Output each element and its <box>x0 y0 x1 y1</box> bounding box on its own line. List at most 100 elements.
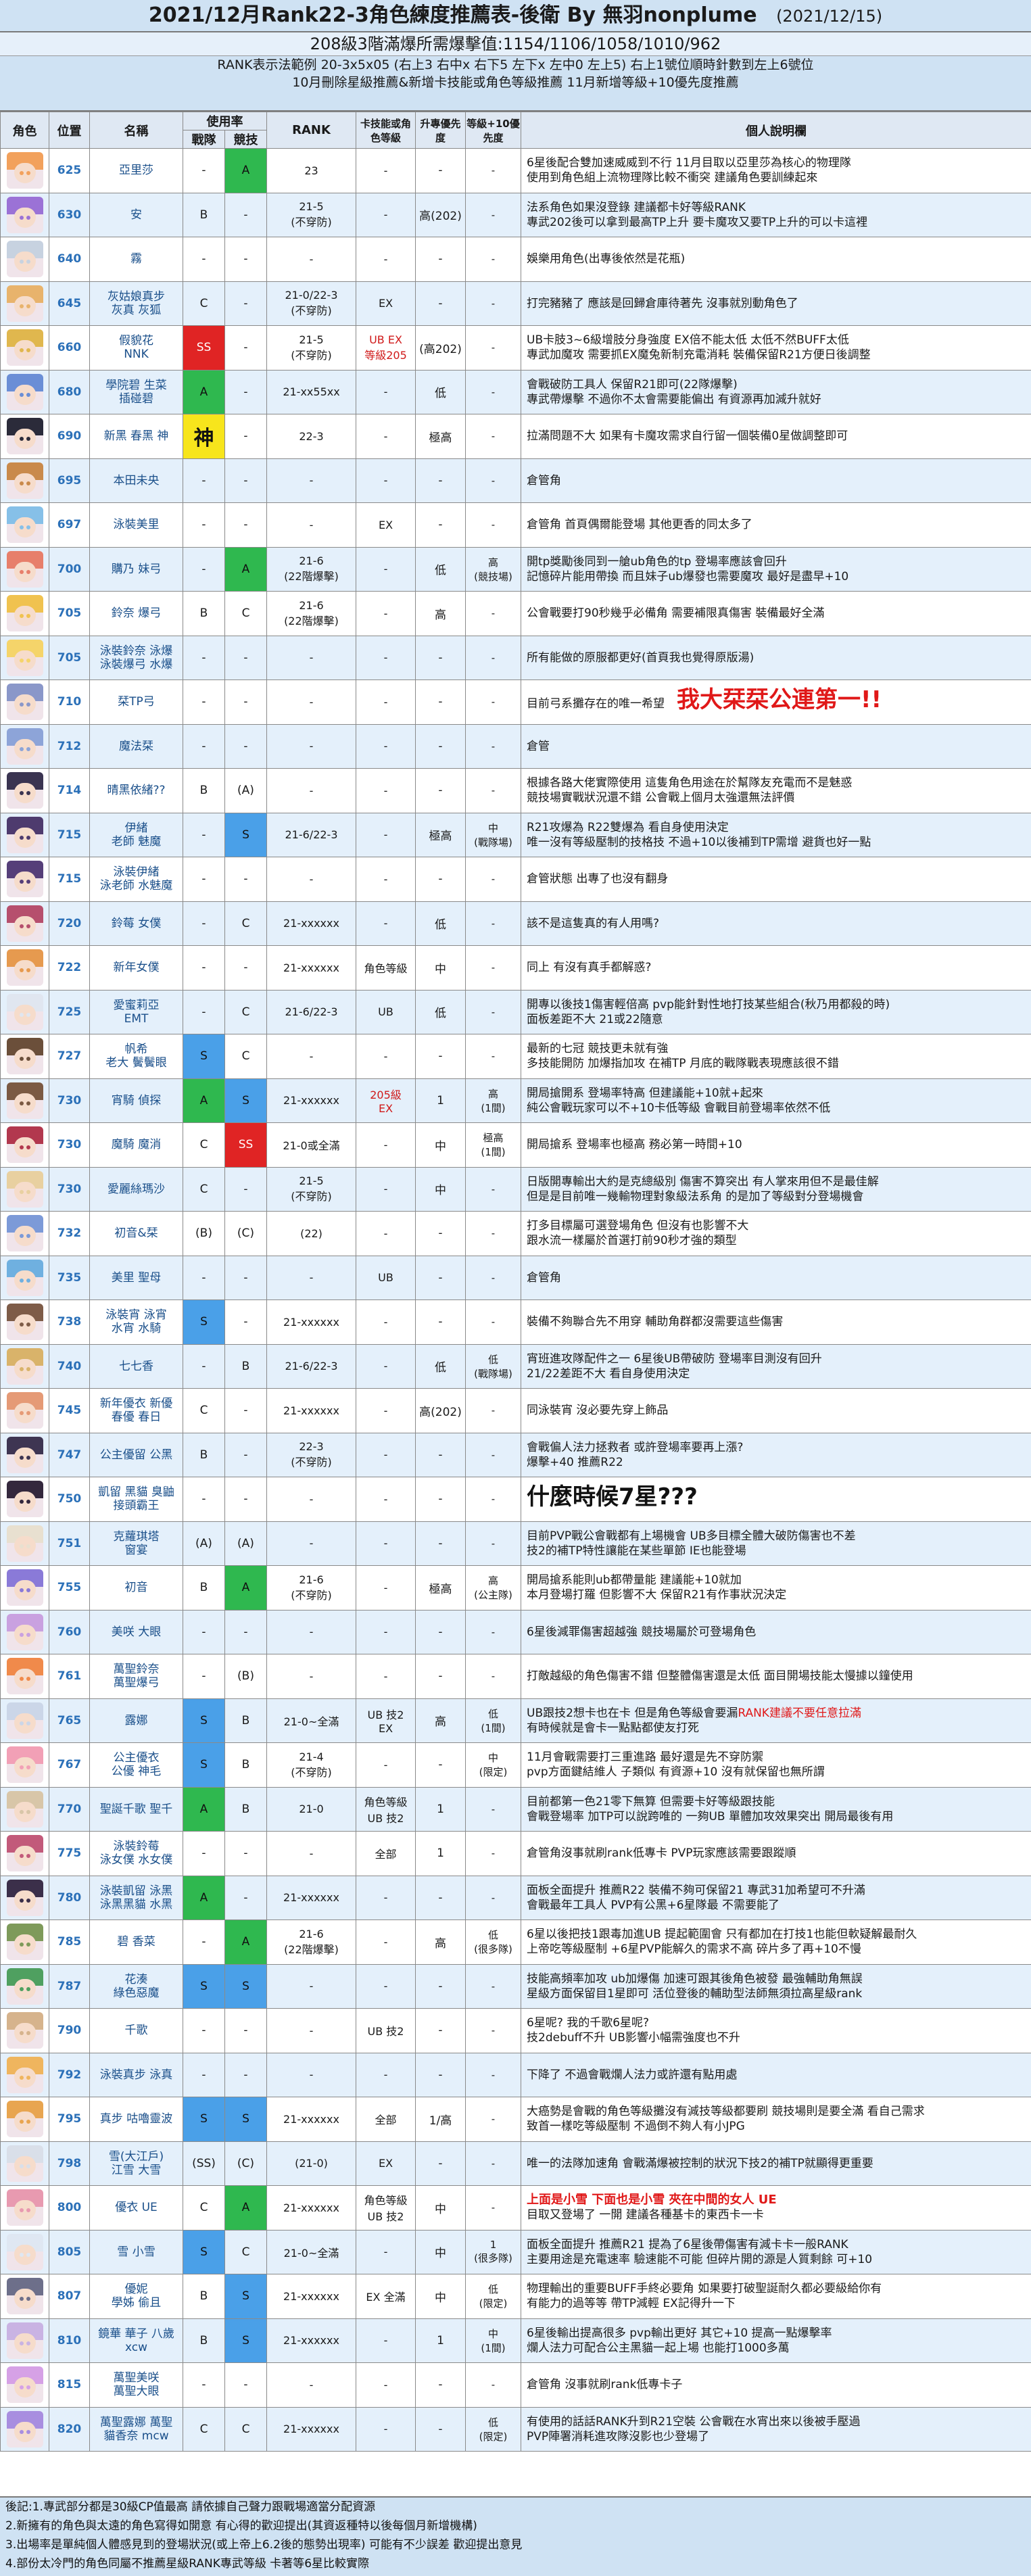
avatar-face <box>14 1005 36 1025</box>
avatar-eye <box>20 836 24 840</box>
usage-arena: (A) <box>225 1521 267 1566</box>
avatar-eye <box>20 1234 24 1238</box>
avatar-eye <box>20 1854 24 1858</box>
avatar-face <box>14 340 36 360</box>
note-cell: 開局搶開系 登場率特高 但建議能+10就+起來 純公會戰玩家可以不+10卡低等級… <box>521 1078 1031 1123</box>
crit-requirement: 208級3階滿爆所需爆擊值:1154/1106/1058/1010/962 <box>0 32 1031 56</box>
rank-cell: - <box>267 857 356 902</box>
avatar-eye <box>26 1544 30 1548</box>
avatar <box>7 2322 43 2359</box>
title-text: 2021/12月Rank22-3角色練度推薦表-後衛 By 無羽nonplume <box>149 3 757 27</box>
info-box: RANK表示法範例 20-3x5x05 (右上3 右中x 右下5 左下x 左中0… <box>0 56 1031 112</box>
lv10-cell: 低 (限定) <box>466 2407 521 2452</box>
character-name: 泳裝宵 泳宵 水宵 水騎 <box>90 1300 183 1345</box>
usage-arena: - <box>225 326 267 371</box>
avatar <box>7 861 43 897</box>
avatar-face <box>14 960 36 980</box>
card-cell: - <box>356 1521 416 1566</box>
uniq-cell: - <box>416 149 466 193</box>
avatar-eye <box>20 614 24 618</box>
note-text-2: 有時候就是會卡一點點都使友打死 <box>527 1721 699 1735</box>
table-row: 735美里 聖母---UB--倉管角 <box>1 1256 1031 1300</box>
usage-arena: - <box>225 2009 267 2053</box>
table-row: 761萬聖鈴奈 萬聖爆弓-(B)----打敵越級的角色傷害不錯 但整體傷害還是太… <box>1 1654 1031 1699</box>
uniq-cell: - <box>416 237 466 282</box>
footer-line-4: 4.部份太冷門的角色同屬不推薦星級RANK專武等級 卡著等6星比較實際 <box>0 2554 1031 2573</box>
lv10-cell: - <box>466 1212 521 1256</box>
col-usage: 使用率 <box>183 112 267 130</box>
uniq-cell: 低 <box>416 370 466 414</box>
rank-cell: 21-xxxxxx <box>267 901 356 946</box>
avatar-eye <box>20 1810 24 1814</box>
card-cell: - <box>356 2318 416 2363</box>
lv10-cell: - <box>466 1034 521 1079</box>
avatar-eye <box>26 348 30 352</box>
avatar <box>7 2012 43 2049</box>
card-cell: UB 技2 EX <box>356 1698 416 1743</box>
note-cell: 物理輸出的重要BUFF手終必要角 如果要打破聖誕耐久都必要級給你有 有能力的過等… <box>521 2274 1031 2319</box>
red-note: RANK建議不要任意拉滿 <box>738 1707 861 1720</box>
usage-battle: C <box>183 1389 225 1433</box>
character-name: 鏡華 華子 八歲 xcw <box>90 2318 183 2363</box>
note-cell: 6星後輸出提高很多 pvp輸出更好 其它+10 提高一點爆擊率 爛人法力可配合公… <box>521 2318 1031 2363</box>
card-cell: - <box>356 2230 416 2274</box>
character-name: 愛麗絲瑪沙 <box>90 1167 183 1212</box>
usage-battle: 神 <box>183 414 225 459</box>
usage-arena: A <box>225 547 267 592</box>
avatar-eye <box>26 1677 30 1681</box>
avatar <box>7 1614 43 1650</box>
lv10-cell: 中 (戰隊場) <box>466 813 521 857</box>
uniq-cell: - <box>416 1521 466 1566</box>
position-cell: 730 <box>49 1078 90 1123</box>
character-name: 灰姑娘真步 灰真 灰狐 <box>90 281 183 326</box>
table-row: 730宵騎 偵探AS21-xxxxxx205級 EX1高 (1間)開局搶開系 登… <box>1 1078 1031 1123</box>
uniq-cell: - <box>416 1477 466 1522</box>
table-row: 787花湊 綠色惡魔SS----技能高頻率加攻 ub加爆傷 加速可跟其後角色被發… <box>1 1964 1031 2009</box>
avatar-cell <box>1 2363 49 2408</box>
table-row: 712魔法栞------倉管 <box>1 724 1031 769</box>
position-cell: 700 <box>49 547 90 592</box>
note-cell: 宵班進攻隊配件之一 6星後UB帶破防 登場率目測沒有回升 21/22差距不大 看… <box>521 1344 1031 1389</box>
avatar <box>7 2411 43 2448</box>
card-cell: - <box>356 680 416 725</box>
avatar-cell <box>1 2186 49 2231</box>
character-name: 購乃 妹弓 <box>90 547 183 592</box>
table-row: 810鏡華 華子 八歲 xcwBS21-xxxxxx-1中 (1間)6星後輸出提… <box>1 2318 1031 2363</box>
red-note: 上面是小雪 下面也是小雪 夾在中間的女人 UE <box>527 2193 777 2207</box>
usage-battle: - <box>183 1610 225 1654</box>
card-cell: - <box>356 1566 416 1611</box>
note-cell: 倉管角 <box>521 1256 1031 1300</box>
uniq-cell: 高 <box>416 1698 466 1743</box>
avatar-eye <box>26 1588 30 1592</box>
table-row: 714晴黑依緒??B(A)----根據各路大佬實際使用 這隻角色用途在於幫隊友充… <box>1 769 1031 813</box>
avatar <box>7 1702 43 1739</box>
avatar-eye <box>20 1190 24 1194</box>
avatar-cell <box>1 2141 49 2186</box>
table-row: 805雪 小雪SC21-0~全滿-中1 (很多隊)面板全面提升 推薦R21 提為… <box>1 2230 1031 2274</box>
lv10-cell: - <box>466 2097 521 2142</box>
avatar-eye <box>26 968 30 972</box>
note-cell: 什麼時候7星??? <box>521 1477 1031 1522</box>
avatar-cell <box>1 1787 49 1832</box>
usage-battle: B <box>183 193 225 237</box>
avatar-eye <box>20 1721 24 1725</box>
avatar-eye <box>26 924 30 928</box>
avatar-eye <box>26 614 30 618</box>
avatar-eye <box>26 304 30 308</box>
table-row: 715泳裝伊緒 泳老師 水魅魔------倉管狀態 出專了也沒有翻身 <box>1 857 1031 902</box>
uniq-cell: 低 <box>416 1344 466 1389</box>
usage-arena: B <box>225 1698 267 1743</box>
position-cell: 760 <box>49 1610 90 1654</box>
usage-arena: (A) <box>225 769 267 813</box>
avatar <box>7 1835 43 1871</box>
usage-battle: A <box>183 1078 225 1123</box>
character-name: 聖誕千歌 聖千 <box>90 1787 183 1832</box>
avatar-eye <box>20 924 24 928</box>
avatar-eye <box>26 836 30 840</box>
lv10-cell: - <box>466 636 521 680</box>
usage-battle: S <box>183 2097 225 2142</box>
avatar-face <box>14 296 36 316</box>
avatar-cell <box>1 990 49 1034</box>
card-cell: - <box>356 1123 416 1168</box>
avatar-cell <box>1 281 49 326</box>
